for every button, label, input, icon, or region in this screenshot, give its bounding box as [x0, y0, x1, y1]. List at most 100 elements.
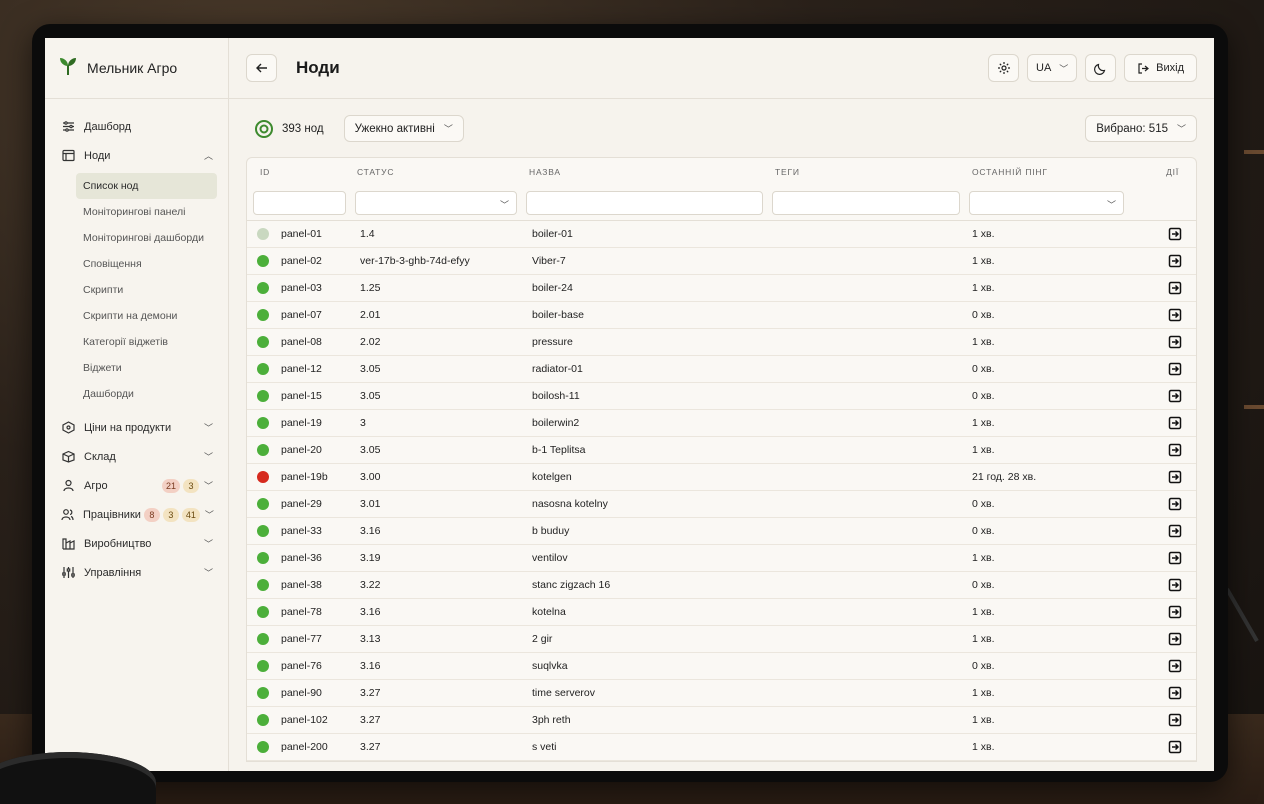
- node-id: panel-20: [281, 444, 322, 456]
- table-row[interactable]: panel-78 3.16 kotelna 1 хв.: [247, 599, 1196, 626]
- table-row[interactable]: panel-12 3.05 radiator-01 0 хв.: [247, 356, 1196, 383]
- cell-status: 3.27: [360, 714, 381, 726]
- sidebar-subitem-widget-categories[interactable]: Категорії віджетів: [76, 329, 217, 355]
- column-header-status[interactable]: СТАТУС: [357, 167, 529, 177]
- status-dot: [257, 579, 269, 591]
- sidebar-item-warehouse[interactable]: Склад ﹀: [45, 442, 228, 471]
- sidebar-item-production[interactable]: Виробництво ﹀: [45, 529, 228, 558]
- column-header-last-ping[interactable]: ОСТАННІЙ ПІНГ: [972, 167, 1162, 177]
- sidebar-subitem-node-list[interactable]: Список нод: [76, 173, 217, 199]
- open-node-button[interactable]: [1168, 335, 1182, 349]
- enter-icon: [1168, 605, 1182, 619]
- top-bar: Ноди UA ﹀ Вихід: [229, 38, 1214, 99]
- node-count-label: 393 нод: [282, 122, 324, 135]
- cell-id: panel-200: [247, 741, 357, 753]
- column-header-id[interactable]: ID: [247, 167, 357, 177]
- table-row[interactable]: panel-33 3.16 b buduy 0 хв.: [247, 518, 1196, 545]
- selected-select[interactable]: Вибрано: 515 ﹀: [1085, 115, 1197, 142]
- open-node-button[interactable]: [1168, 578, 1182, 592]
- column-header-tags[interactable]: ТЕГИ: [775, 167, 972, 177]
- cell-last-ping: 1 хв.: [972, 336, 995, 348]
- sidebar-subitem-daemon-scripts[interactable]: Скрипти на демони: [76, 303, 217, 329]
- logout-button[interactable]: Вихід: [1124, 54, 1197, 82]
- status-dot: [257, 687, 269, 699]
- open-node-button[interactable]: [1168, 281, 1182, 295]
- sidebar-item-label: Ноди: [84, 149, 111, 162]
- open-node-button[interactable]: [1168, 227, 1182, 241]
- status-dot: [257, 309, 269, 321]
- open-node-button[interactable]: [1168, 443, 1182, 457]
- table-row[interactable]: panel-90 3.27 time serverov 1 хв.: [247, 680, 1196, 707]
- open-node-button[interactable]: [1168, 524, 1182, 538]
- status-filter-select[interactable]: ﹀: [355, 190, 517, 215]
- open-node-button[interactable]: [1168, 389, 1182, 403]
- node-id: panel-33: [281, 525, 322, 537]
- chevron-down-icon[interactable]: ﹀: [204, 450, 213, 463]
- sidebar-subitem-widgets[interactable]: Віджети: [76, 355, 217, 381]
- chevron-up-icon[interactable]: ︿: [204, 149, 213, 162]
- chevron-down-icon[interactable]: ﹀: [204, 537, 213, 550]
- cell-last-ping: 1 хв.: [972, 417, 995, 429]
- table-row[interactable]: panel-102 3.27 3ph reth 1 хв.: [247, 707, 1196, 734]
- column-header-name[interactable]: НАЗВА: [529, 167, 775, 177]
- open-node-button[interactable]: [1168, 470, 1182, 484]
- table-row[interactable]: panel-77 3.13 2 gir 1 хв.: [247, 626, 1196, 653]
- back-button[interactable]: [246, 54, 277, 82]
- settings-button[interactable]: [988, 54, 1020, 82]
- open-node-button[interactable]: [1168, 605, 1182, 619]
- table-row[interactable]: panel-15 3.05 boilosh-11 0 хв.: [247, 383, 1196, 410]
- theme-toggle-button[interactable]: [1085, 54, 1117, 82]
- table-row[interactable]: panel-200 3.27 s veti 1 хв.: [247, 734, 1196, 761]
- tags-filter-input[interactable]: [772, 190, 960, 215]
- activity-filter-select[interactable]: Ужекно активні ﹀: [343, 115, 464, 142]
- enter-icon: [1168, 632, 1182, 646]
- open-node-button[interactable]: [1168, 632, 1182, 646]
- table-row[interactable]: panel-01 1.4 boiler-01 1 хв.: [247, 221, 1196, 248]
- sidebar-subitem-monitoring-dashboards[interactable]: Моніторингові дашборди: [76, 225, 217, 251]
- chevron-down-icon[interactable]: ﹀: [204, 566, 213, 579]
- sidebar-item-nodes[interactable]: Ноди ︿: [45, 141, 228, 170]
- sidebar-subitem-monitoring-panels[interactable]: Моніторингові панелі: [76, 199, 217, 225]
- chevron-down-icon[interactable]: ﹀: [204, 479, 213, 492]
- cell-id: panel-90: [247, 687, 357, 699]
- name-filter-input[interactable]: [526, 190, 763, 215]
- open-node-button[interactable]: [1168, 551, 1182, 565]
- table-row[interactable]: panel-08 2.02 pressure 1 хв.: [247, 329, 1196, 356]
- column-header-actions: ДІЇ: [1166, 166, 1179, 177]
- table-row[interactable]: panel-19b 3.00 kotelgen 21 год. 28 хв.: [247, 464, 1196, 491]
- id-filter-input[interactable]: [253, 190, 346, 215]
- sidebar-item-prices[interactable]: Ціни на продукти ﹀: [45, 413, 228, 442]
- open-node-button[interactable]: [1168, 497, 1182, 511]
- open-node-button[interactable]: [1168, 659, 1182, 673]
- sidebar-item-management[interactable]: Управління ﹀: [45, 558, 228, 587]
- table-row[interactable]: panel-36 3.19 ventilov 1 хв.: [247, 545, 1196, 572]
- sidebar-subitem-notifications[interactable]: Сповіщення: [76, 251, 217, 277]
- sidebar-subitem-dashboards[interactable]: Дашборди: [76, 381, 217, 407]
- ping-filter-select[interactable]: ﹀: [969, 190, 1124, 215]
- chevron-down-icon[interactable]: ﹀: [205, 508, 214, 521]
- table-row[interactable]: panel-29 3.01 nasosna kotelny 0 хв.: [247, 491, 1196, 518]
- table-row[interactable]: panel-19 3 boilerwin2 1 хв.: [247, 410, 1196, 437]
- open-node-button[interactable]: [1168, 308, 1182, 322]
- main-content: Ноди UA ﹀ Вихід 393 нод Ужекно активні ﹀…: [229, 38, 1214, 771]
- status-dot: [257, 363, 269, 375]
- table-row[interactable]: panel-38 3.22 stanc zigzach 16 0 хв.: [247, 572, 1196, 599]
- sidebar-item-dashboard[interactable]: Дашборд: [45, 112, 228, 141]
- open-node-button[interactable]: [1168, 713, 1182, 727]
- sidebar-item-agro[interactable]: Агро 21 3 ﹀: [45, 471, 228, 500]
- table-row[interactable]: panel-07 2.01 boiler-base 0 хв.: [247, 302, 1196, 329]
- open-node-button[interactable]: [1168, 686, 1182, 700]
- open-node-button[interactable]: [1168, 254, 1182, 268]
- sidebar-item-employees[interactable]: Працівники 8 3 41 ﹀: [45, 500, 228, 529]
- badge-group: 8 3 41: [141, 507, 200, 522]
- open-node-button[interactable]: [1168, 740, 1182, 754]
- table-row[interactable]: panel-76 3.16 suqlvka 0 хв.: [247, 653, 1196, 680]
- open-node-button[interactable]: [1168, 362, 1182, 376]
- sidebar-subitem-scripts[interactable]: Скрипти: [76, 277, 217, 303]
- table-row[interactable]: panel-20 3.05 b-1 Teplitsa 1 хв.: [247, 437, 1196, 464]
- open-node-button[interactable]: [1168, 416, 1182, 430]
- table-row[interactable]: panel-03 1.25 boiler-24 1 хв.: [247, 275, 1196, 302]
- language-select[interactable]: UA ﹀: [1027, 54, 1078, 82]
- table-row[interactable]: panel-02 ver-17b-3-ghb-74d-efyy Viber-7 1 х…: [247, 248, 1196, 275]
- chevron-down-icon[interactable]: ﹀: [204, 421, 213, 434]
